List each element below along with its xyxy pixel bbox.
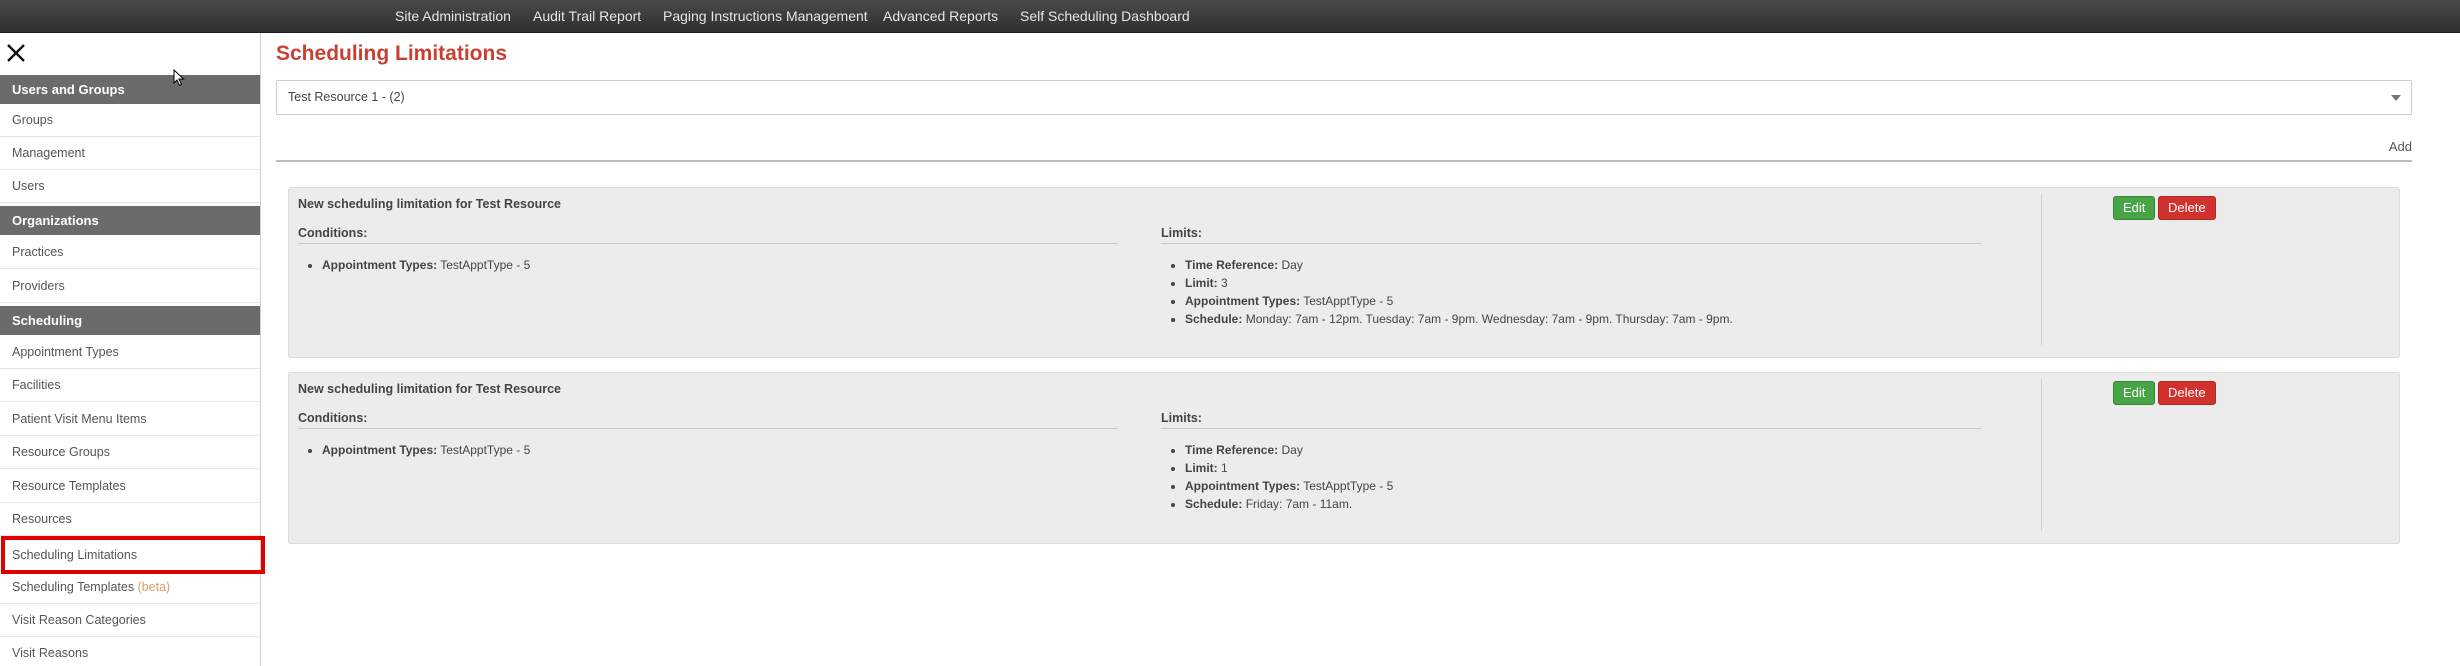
list-item: Appointment Types: TestApptType - 5: [322, 441, 530, 459]
list-item: Limit: 3: [1185, 274, 1733, 292]
sidebar-item-facilities[interactable]: Facilities: [0, 369, 260, 402]
limitation-title: New scheduling limitation for Test Resou…: [298, 382, 562, 396]
close-icon[interactable]: [6, 42, 26, 64]
add-limitation-link[interactable]: Add: [2389, 139, 2412, 154]
conditions-heading: Conditions:: [298, 226, 1118, 244]
sidebar-item-groups[interactable]: Groups: [0, 104, 260, 137]
nav-advanced-reports[interactable]: Advanced Reports: [883, 0, 998, 33]
sidebar-item-providers[interactable]: Providers: [0, 270, 260, 303]
chevron-down-icon: [2391, 95, 2401, 101]
page-title: Scheduling Limitations: [276, 42, 508, 65]
sidebar-item-users[interactable]: Users: [0, 170, 260, 203]
conditions-list: Appointment Types: TestApptType - 5: [298, 256, 530, 274]
sidebar-item-scheduling-templates[interactable]: Scheduling Templates (beta): [0, 571, 260, 604]
list-item: Appointment Types: TestApptType - 5: [1185, 292, 1733, 310]
sidebar-item-label: Scheduling Templates: [12, 580, 135, 594]
mouse-cursor-icon: [173, 69, 185, 87]
nav-paging-instructions-management[interactable]: Paging Instructions Management: [663, 0, 868, 33]
top-navigation-bar: Site Administration Audit Trail Report P…: [0, 0, 2460, 33]
sidebar-item-visit-reason-categories[interactable]: Visit Reason Categories: [0, 604, 260, 637]
sidebar-item-practices[interactable]: Practices: [0, 236, 260, 269]
sidebar-item-resources[interactable]: Resources: [0, 503, 260, 536]
sidebar-section-organizations: Organizations: [0, 206, 260, 235]
conditions-list: Appointment Types: TestApptType - 5: [298, 441, 530, 459]
limitation-card: New scheduling limitation for Test Resou…: [288, 372, 2400, 544]
sidebar-section-scheduling: Scheduling: [0, 306, 260, 335]
limits-list: Time Reference: Day Limit: 3 Appointment…: [1161, 256, 1733, 328]
edit-button[interactable]: Edit: [2113, 381, 2156, 405]
list-item: Time Reference: Day: [1185, 441, 1393, 459]
list-item: Appointment Types: TestApptType - 5: [322, 256, 530, 274]
sidebar: Users and Groups Groups Management Users…: [0, 33, 265, 666]
delete-button[interactable]: Delete: [2158, 196, 2216, 220]
limits-list: Time Reference: Day Limit: 1 Appointment…: [1161, 441, 1393, 513]
divider: [276, 160, 2412, 162]
limits-heading: Limits:: [1161, 226, 1981, 244]
sidebar-item-resource-templates[interactable]: Resource Templates: [0, 470, 260, 503]
list-item: Schedule: Friday: 7am - 11am.: [1185, 495, 1393, 513]
sidebar-item-management[interactable]: Management: [0, 137, 260, 170]
list-item: Appointment Types: TestApptType - 5: [1185, 477, 1393, 495]
conditions-heading: Conditions:: [298, 411, 1118, 429]
nav-site-administration[interactable]: Site Administration: [395, 0, 511, 33]
delete-button[interactable]: Delete: [2158, 381, 2216, 405]
nav-audit-trail-report[interactable]: Audit Trail Report: [533, 0, 641, 33]
list-item: Time Reference: Day: [1185, 256, 1733, 274]
limitation-card: New scheduling limitation for Test Resou…: [288, 187, 2400, 358]
resource-select-value: Test Resource 1 - (2): [288, 90, 405, 104]
beta-badge: (beta): [137, 580, 171, 594]
resource-select[interactable]: Test Resource 1 - (2): [276, 80, 2412, 115]
vertical-divider: [2041, 379, 2042, 531]
sidebar-item-appointment-types[interactable]: Appointment Types: [0, 336, 260, 369]
sidebar-section-users-and-groups: Users and Groups: [0, 75, 260, 104]
list-item: Limit: 1: [1185, 459, 1393, 477]
vertical-divider: [2041, 194, 2042, 345]
limits-heading: Limits:: [1161, 411, 1981, 429]
sidebar-item-patient-visit-menu-items[interactable]: Patient Visit Menu Items: [0, 403, 260, 436]
list-item: Schedule: Monday: 7am - 12pm. Tuesday: 7…: [1185, 310, 1733, 328]
sidebar-item-visit-reasons[interactable]: Visit Reasons: [0, 637, 260, 666]
limitation-title: New scheduling limitation for Test Resou…: [298, 197, 562, 211]
sidebar-item-resource-groups[interactable]: Resource Groups: [0, 436, 260, 469]
sidebar-item-scheduling-limitations[interactable]: Scheduling Limitations: [1, 536, 265, 574]
nav-self-scheduling-dashboard[interactable]: Self Scheduling Dashboard: [1020, 0, 1190, 33]
edit-button[interactable]: Edit: [2113, 196, 2156, 220]
